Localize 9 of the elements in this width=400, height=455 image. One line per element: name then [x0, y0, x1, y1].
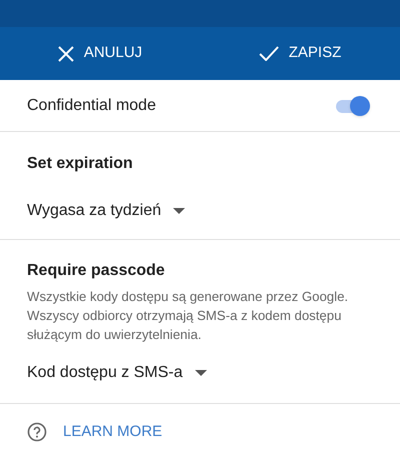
- setting-label: Confidential mode: [27, 96, 156, 116]
- section-title: Set expiration: [27, 154, 134, 174]
- section-title: Require passcode: [27, 261, 166, 281]
- expiration-dropdown[interactable]: Wygasa za tydzień: [27, 199, 186, 223]
- passcode-dropdown[interactable]: Kod dostępu z SMS-a: [27, 361, 207, 385]
- learn-more-link[interactable]: LEARN MORE: [63, 421, 162, 444]
- save-button[interactable]: ZAPISZ: [200, 27, 400, 80]
- cancel-button[interactable]: ANULUJ: [0, 27, 200, 80]
- description-text: Wszystkie kody dostępu są generowane przez Google. Wszyscy odbiorcy otrzymają SMS-a z kodem dostępu służącym do uwierzytelnienia.: [27, 288, 350, 344]
